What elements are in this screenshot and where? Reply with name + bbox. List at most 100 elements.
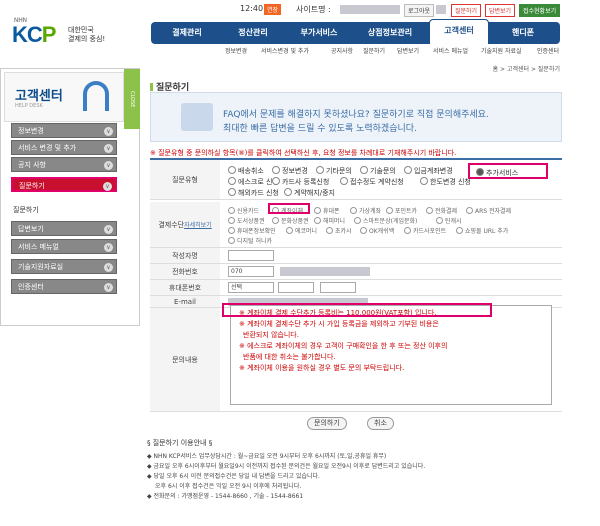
mobile-last-input[interactable]: [320, 282, 356, 293]
highlight-box: [222, 303, 492, 317]
chevron-down-icon: ∨: [104, 144, 113, 153]
ask-question-button[interactable]: 질문하기: [451, 4, 482, 17]
chevron-down-icon: ∨: [104, 243, 113, 252]
sidebar-item-tech[interactable]: 기술지원자료실 ∨: [11, 259, 117, 274]
pay-card[interactable]: 신용카드: [228, 206, 259, 215]
gnb-store-info[interactable]: 상점정보관리: [353, 22, 427, 44]
pay-smart[interactable]: 스마트문상(게임문화): [354, 216, 417, 225]
content-line-4: ※ 에스크로 계좌이체의 경우 고객이 구매확인을 한 후 또는 정산 이후의: [239, 342, 448, 350]
subnav-ask[interactable]: 질문하기: [363, 46, 385, 55]
subnav-info-change[interactable]: 정보변경: [225, 46, 247, 55]
cancel-button[interactable]: 취소: [367, 417, 394, 430]
sidebar-subitem-ask[interactable]: 질문하기: [13, 205, 39, 215]
subnav-manual[interactable]: 서비스 메뉴얼: [433, 46, 468, 55]
subnav-notice[interactable]: 공지사항: [331, 46, 353, 55]
type-contract[interactable]: 접수정도 계약신청: [340, 177, 404, 187]
sidebar-item-service[interactable]: 서비스 변경 및 추가 ∨: [11, 140, 117, 155]
pay-digital[interactable]: 디지털 허니카: [228, 236, 272, 245]
name-input[interactable]: [228, 250, 274, 261]
pay-cho[interactable]: 초카시: [326, 226, 352, 235]
type-foreign-card[interactable]: 해외카드 신청: [228, 188, 279, 198]
pay-phone[interactable]: 휴대폰: [314, 206, 340, 215]
sidebar-item-label: 공지 사항: [18, 161, 46, 169]
sidebar-item-cert[interactable]: 인증센터 ∨: [11, 279, 117, 294]
mobile-mid-input[interactable]: [278, 282, 314, 293]
gnb-addon[interactable]: 부가서비스: [287, 22, 351, 44]
content-line-6: ※ 계좌이체 이용을 원하실 경우 별도 문의 부탁드립니다.: [239, 364, 405, 372]
status-view-button[interactable]: 접수현황보기: [519, 4, 561, 17]
extend-session-button[interactable]: 연장: [264, 4, 282, 15]
view-answers-button[interactable]: 답변보기: [485, 4, 516, 17]
headset-icon: [83, 81, 109, 111]
type-info[interactable]: 정보변경: [272, 166, 308, 176]
pay-cardpoint[interactable]: 카드사포인트: [404, 226, 446, 235]
pay-ok[interactable]: OK캐쉬백: [360, 226, 394, 235]
kcp-logo-text: KCP: [12, 22, 56, 47]
content-textarea[interactable]: ※ 계좌이체 결제 수단추가 등록비는 110,000원(VAT포함) 입니다.…: [230, 305, 552, 405]
pay-culture[interactable]: 문화상품권: [272, 216, 309, 225]
guide-line: ◆ 전화문의 : 가맹점운영 - 1544-8660 , 기술 - 1544-8…: [147, 493, 304, 500]
subnav-tech[interactable]: 기술지원 자료실: [481, 46, 522, 55]
sidebar-item-answers[interactable]: 답변보기 ∨: [11, 221, 117, 236]
site-name-label: 사이트명 :: [296, 5, 331, 14]
sidebar-close-tab[interactable]: CLOSE: [124, 69, 140, 129]
pay-tcash[interactable]: 틴캐시: [436, 216, 462, 225]
subnav-service-change[interactable]: 서비스변경 및 추가: [261, 46, 309, 55]
pay-eco[interactable]: 에코머니: [286, 226, 317, 235]
label-payment-method: 결제수단 자세히보기: [150, 202, 220, 247]
sidebar-item-label: 답변보기: [18, 225, 44, 233]
sidebar-item-label: 기술지원자료실: [18, 263, 64, 271]
phone-area-select[interactable]: 070: [228, 266, 274, 277]
type-card[interactable]: 카드사 등록신청: [272, 177, 329, 187]
sidebar: 고객센터 HELP DESK CLOSE 정보변경 ∨ 서비스 변경 및 추가 ∨ …: [0, 68, 140, 326]
gnb-payment[interactable]: 결제관리: [155, 22, 219, 44]
label-email: E-mail: [150, 296, 220, 307]
sidebar-header: 고객센터 HELP DESK: [4, 72, 124, 122]
pay-virtual[interactable]: 가상계좌: [350, 206, 381, 215]
pay-book[interactable]: 도서상품권: [228, 216, 265, 225]
pay-url[interactable]: 쇼핑몰 URL 추가: [456, 226, 508, 235]
chevron-down-icon: ∨: [104, 283, 113, 292]
sidebar-item-manual[interactable]: 서비스 메뉴얼 ∨: [11, 239, 117, 254]
content-line-5: 반품에 대한 취소는 불가합니다.: [243, 353, 336, 361]
type-account[interactable]: 입금계좌변경: [404, 166, 453, 176]
sidebar-item-label: 서비스 메뉴얼: [18, 243, 59, 251]
subnav-answers[interactable]: 답변보기: [397, 46, 419, 55]
logout-button[interactable]: 로그아웃: [404, 4, 435, 17]
kcp-logo[interactable]: NHN KCP 대한민국 결제의 중심!: [4, 14, 124, 58]
label-name: 작성자명: [150, 248, 220, 263]
help-desk-icon: [181, 103, 213, 131]
type-limit[interactable]: 한도변경 신청: [420, 177, 471, 187]
type-terminate[interactable]: 계약해지/중지: [284, 188, 335, 198]
gnb-customer-center[interactable]: 고객센터: [429, 19, 489, 44]
gnb-mobile[interactable]: 핸디폰: [491, 22, 555, 44]
breadcrumb: 홈 > 고객센터 > 질문하기: [492, 66, 560, 73]
pay-tel[interactable]: 전화결제: [426, 206, 457, 215]
pay-ars[interactable]: ARS 전자결제: [466, 206, 511, 215]
sidebar-item-label: 서비스 변경 및 추가: [18, 144, 77, 152]
usage-guide: § 질문하기 이용안내 § ◆ NHN KCP서비스 업무상담시간 : 월~금요…: [147, 438, 567, 502]
sidebar-item-ask[interactable]: 질문하기 ∨: [11, 177, 117, 192]
chevron-down-icon: ∨: [103, 182, 112, 191]
type-tech[interactable]: 기술문의: [360, 166, 396, 176]
sidebar-item-notice[interactable]: 공지 사항 ∨: [11, 157, 117, 172]
type-etc[interactable]: 기타문의: [316, 166, 352, 176]
pay-verify[interactable]: 휴대폰정보확인: [228, 226, 276, 235]
intro-line-2: 최대한 빠른 답변을 드릴 수 있도록 노력하겠습니다.: [223, 124, 417, 134]
gnb-settlement[interactable]: 정산관리: [221, 22, 285, 44]
pay-happy[interactable]: 해피머니: [314, 216, 345, 225]
sidebar-item-label: 질문하기: [19, 182, 45, 190]
sidebar-item-label: 정보변경: [18, 127, 44, 135]
subnav-cert[interactable]: 인증센터: [537, 46, 559, 55]
mobile-select[interactable]: 선택: [228, 282, 274, 293]
pay-point[interactable]: 포인트카: [386, 206, 417, 215]
row-payment-method: 결제수단 자세히보기 신용카드 계좌이체 휴대폰 가상계좌 포인트카 전화결제 A…: [150, 202, 562, 248]
sidebar-item-info[interactable]: 정보변경 ∨: [11, 123, 117, 138]
chevron-down-icon: ∨: [104, 263, 113, 272]
submit-question-button[interactable]: 문의하기: [307, 417, 347, 430]
pay-details-link[interactable]: 자세히보기: [184, 220, 212, 229]
intro-line-1: FAQ에서 문제를 해결하지 못하셨나요? 질문하기로 직접 문의해주세요.: [223, 110, 489, 120]
sidebar-title: 고객센터: [15, 88, 63, 103]
type-cancel[interactable]: 배송취소: [228, 166, 264, 176]
logo-tagline: 대한민국 결제의 중심!: [68, 26, 106, 43]
